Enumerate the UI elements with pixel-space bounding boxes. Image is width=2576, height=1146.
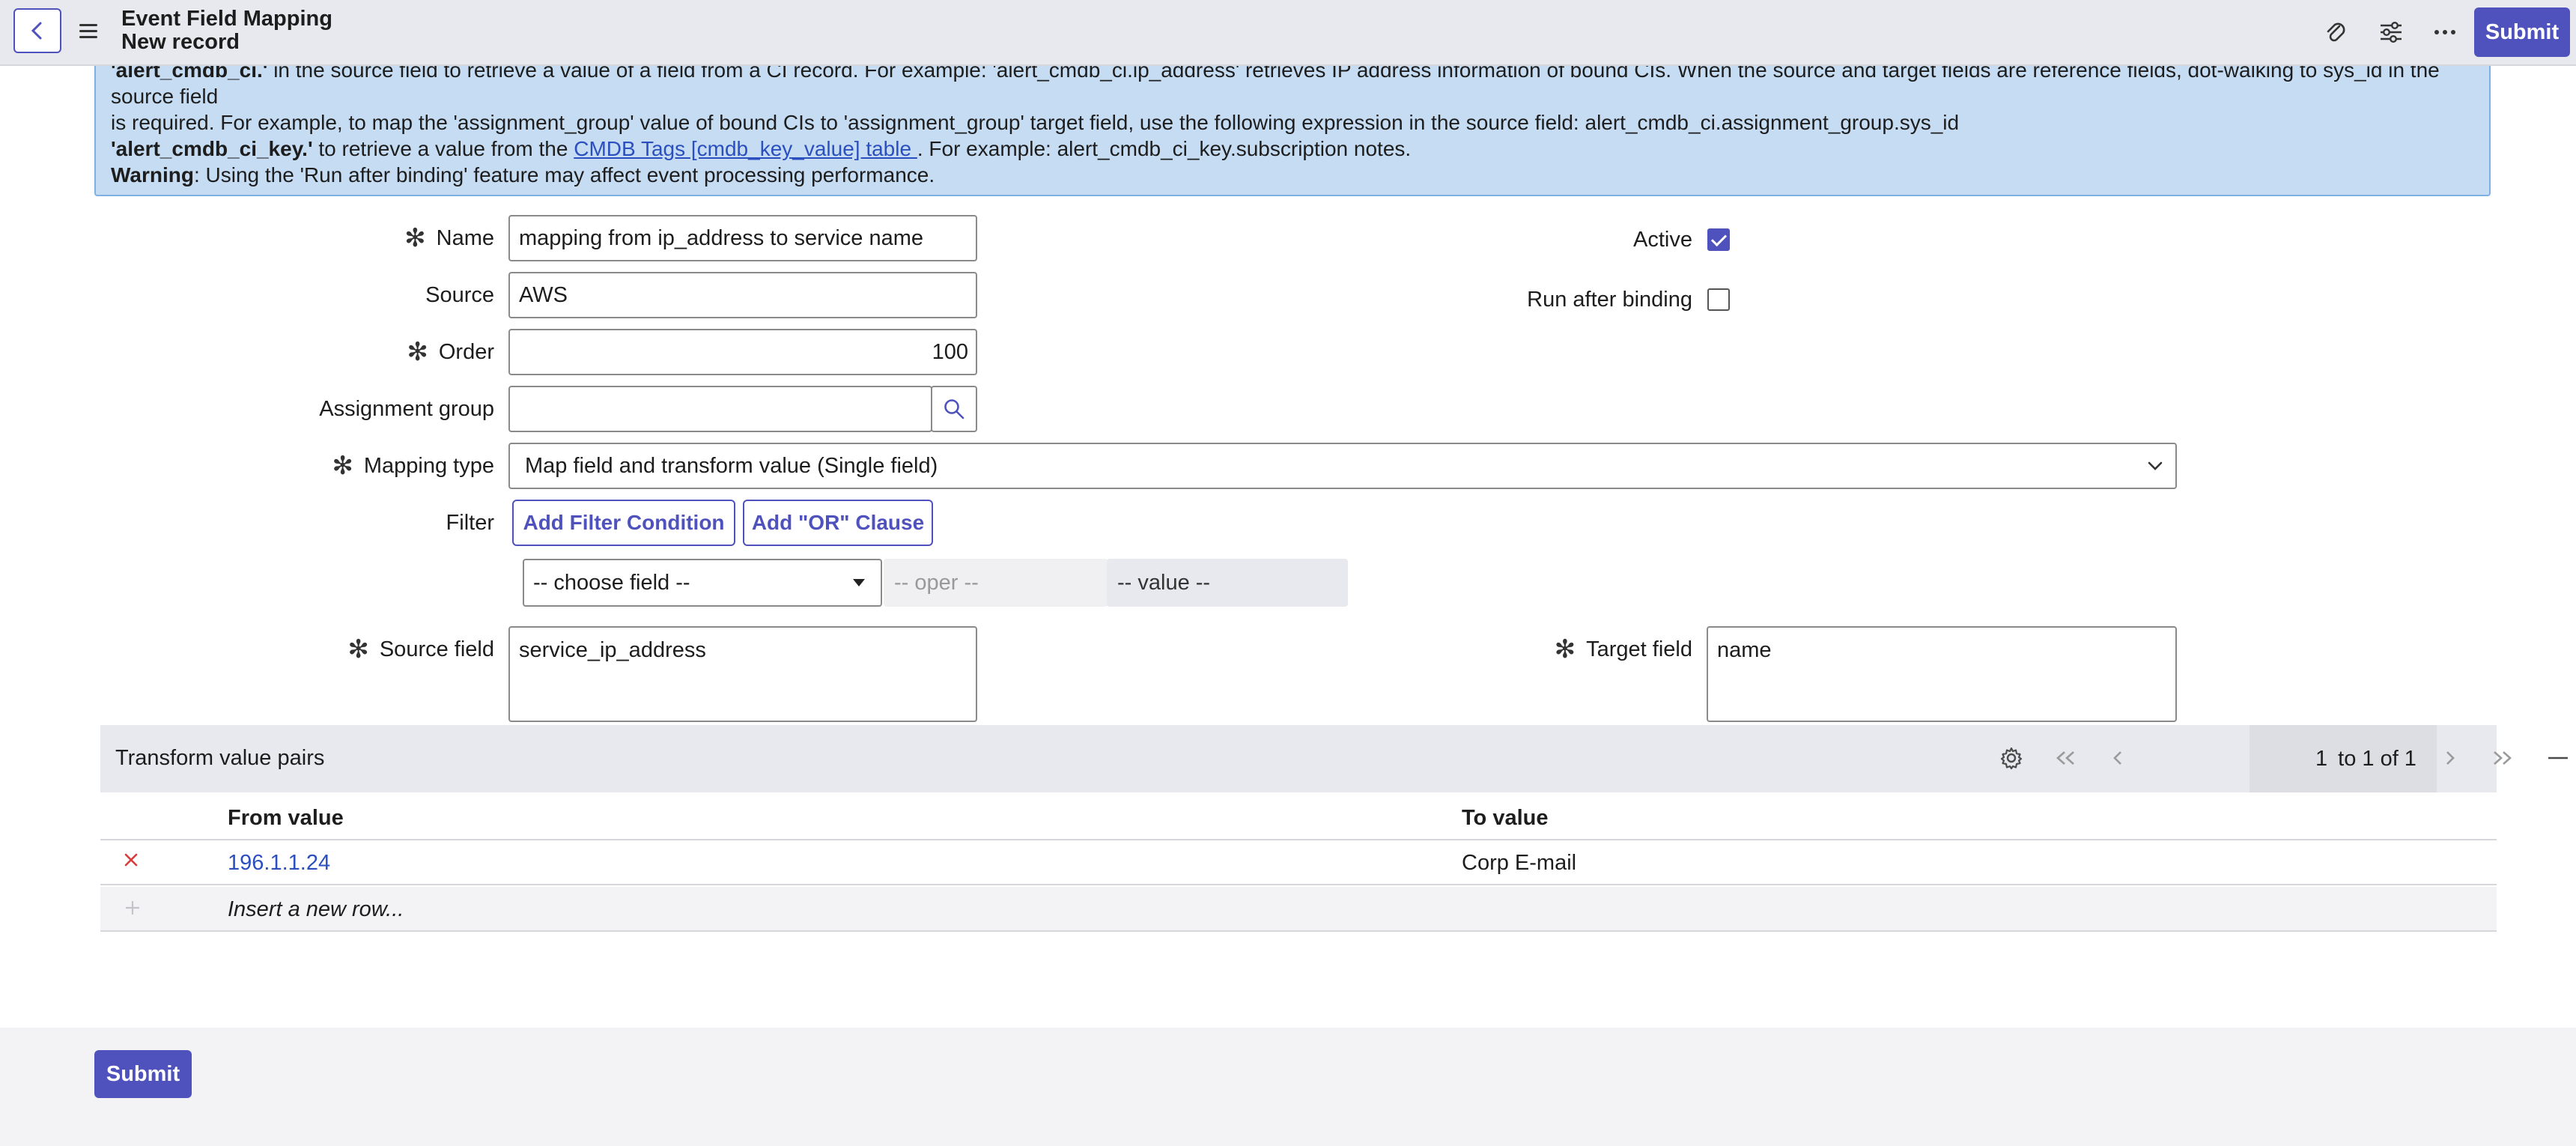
from-value-cell[interactable]: 196.1.1.24 — [228, 851, 330, 876]
order-label: ✻ Order — [225, 329, 494, 375]
page-title: Event Field Mapping — [121, 7, 332, 31]
header-submit-button[interactable]: Submit — [2474, 7, 2570, 57]
add-filter-condition-button[interactable]: Add Filter Condition — [512, 500, 735, 546]
insert-new-row-placeholder[interactable]: Insert a new row... — [228, 897, 404, 922]
related-list-title: Transform value pairs — [115, 746, 325, 770]
search-icon — [944, 399, 965, 419]
required-asterisk-icon: ✻ — [407, 338, 428, 366]
order-label-text: Order — [438, 339, 494, 364]
choose-field-select[interactable]: -- choose field -- — [523, 559, 882, 607]
run-after-binding-checkbox[interactable] — [1707, 288, 1730, 311]
page-subtitle: New record — [121, 30, 240, 54]
assignment-group-label: Assignment group — [225, 386, 494, 432]
name-input[interactable]: mapping from ip_address to service name — [508, 215, 977, 261]
warning-label: Warning — [111, 163, 194, 187]
cmdb-tags-link[interactable]: CMDB Tags [cmdb_key_value] table — [574, 137, 917, 160]
mapping-type-label-text: Mapping type — [363, 453, 494, 478]
info-keyword: 'alert_cmdb_ci_key.' — [111, 137, 313, 160]
form-footer: Submit — [0, 1028, 2576, 1146]
info-text: to retrieve a value from the — [312, 137, 574, 160]
info-line-2: is required. For example, to map the 'as… — [111, 111, 1960, 134]
source-label-text: Source — [425, 282, 494, 307]
run-after-binding-label-text: Run after binding — [1527, 287, 1692, 312]
gear-icon[interactable] — [1996, 743, 2026, 773]
info-line-4: Warning: Using the 'Run after binding' f… — [111, 162, 2474, 188]
page-range: to 1 of 1 — [2338, 746, 2416, 771]
settings-sliders-icon[interactable] — [2374, 15, 2408, 49]
run-after-binding-label: Run after binding — [1423, 276, 1692, 323]
info-banner: 'alert_cmdb_ci.' in the source field to … — [94, 45, 2491, 196]
form-title-block: Event Field Mapping New record — [121, 7, 332, 54]
target-field-label-text: Target field — [1586, 637, 1692, 661]
required-asterisk-icon: ✻ — [1554, 635, 1576, 664]
info-text: . For example: alert_cmdb_ci_key.subscri… — [917, 137, 1412, 160]
chevron-down-icon — [2148, 461, 2163, 470]
filter-label-text: Filter — [446, 510, 494, 535]
source-field-label: ✻ Source field — [225, 626, 494, 673]
to-value-cell[interactable]: Corp E-mail — [1462, 851, 1576, 876]
page-number-input[interactable]: 1 — [2315, 747, 2327, 771]
target-field-textarea[interactable]: name — [1707, 626, 2177, 722]
column-header-to-value[interactable]: To value — [1462, 806, 1549, 831]
column-header-from-value[interactable]: From value — [228, 806, 344, 831]
insert-row: Insert a new row... — [100, 887, 2497, 932]
more-options-icon[interactable] — [2428, 15, 2462, 49]
collapse-icon[interactable] — [2543, 743, 2573, 773]
required-asterisk-icon: ✻ — [347, 635, 369, 664]
assignment-group-label-text: Assignment group — [319, 396, 494, 421]
info-line-3: 'alert_cmdb_ci_key.' to retrieve a value… — [111, 136, 2474, 162]
transform-value-pairs-header: Transform value pairs 1 to 1 of 1 — [100, 725, 2568, 792]
active-checkbox[interactable] — [1707, 228, 1730, 251]
active-label: Active — [1423, 216, 1692, 263]
back-button[interactable] — [13, 8, 61, 53]
add-or-clause-button[interactable]: Add "OR" Clause — [743, 500, 933, 546]
choose-field-value: -- choose field -- — [533, 570, 690, 595]
mapping-type-select[interactable]: Map field and transform value (Single fi… — [508, 443, 2177, 489]
name-label-text: Name — [436, 225, 494, 250]
assignment-group-lookup-button[interactable] — [931, 386, 977, 432]
source-field-label-text: Source field — [379, 637, 494, 661]
mapping-type-label: ✻ Mapping type — [225, 443, 494, 489]
chevron-left-icon — [31, 22, 42, 40]
value-input[interactable]: -- value -- — [1107, 559, 1348, 607]
source-field-textarea[interactable]: service_ip_address — [508, 626, 977, 722]
table-header: From value To value — [100, 792, 2497, 840]
order-input[interactable]: 100 — [508, 329, 977, 375]
add-row-icon — [124, 897, 141, 922]
previous-page-icon[interactable] — [2103, 743, 2133, 773]
table-row: 196.1.1.24 Corp E-mail — [100, 840, 2497, 885]
footer-submit-button[interactable]: Submit — [94, 1050, 192, 1098]
active-label-text: Active — [1633, 227, 1692, 252]
last-page-icon[interactable] — [2488, 743, 2518, 773]
source-label: Source — [225, 272, 494, 318]
caret-down-icon — [853, 579, 865, 586]
operator-select[interactable]: -- oper -- — [884, 559, 1108, 607]
delete-row-icon[interactable] — [123, 849, 139, 874]
first-page-icon[interactable] — [2050, 743, 2080, 773]
assignment-group-input[interactable] — [508, 386, 932, 432]
pagination-info: 1 to 1 of 1 — [2250, 725, 2437, 792]
paperclip-icon[interactable] — [2318, 15, 2353, 49]
next-page-icon[interactable] — [2435, 743, 2465, 773]
required-asterisk-icon: ✻ — [332, 452, 353, 480]
hamburger-menu-icon[interactable] — [79, 19, 102, 42]
source-input[interactable]: AWS — [508, 272, 977, 318]
filter-label: Filter — [225, 500, 494, 546]
info-text: : Using the 'Run after binding' feature … — [193, 163, 935, 187]
required-asterisk-icon: ✻ — [404, 224, 426, 252]
name-label: ✻ Name — [225, 215, 494, 261]
form-header: Event Field Mapping New record Submit — [0, 0, 2576, 66]
mapping-type-value: Map field and transform value (Single fi… — [525, 453, 938, 478]
target-field-label: ✻ Target field — [1423, 626, 1692, 673]
